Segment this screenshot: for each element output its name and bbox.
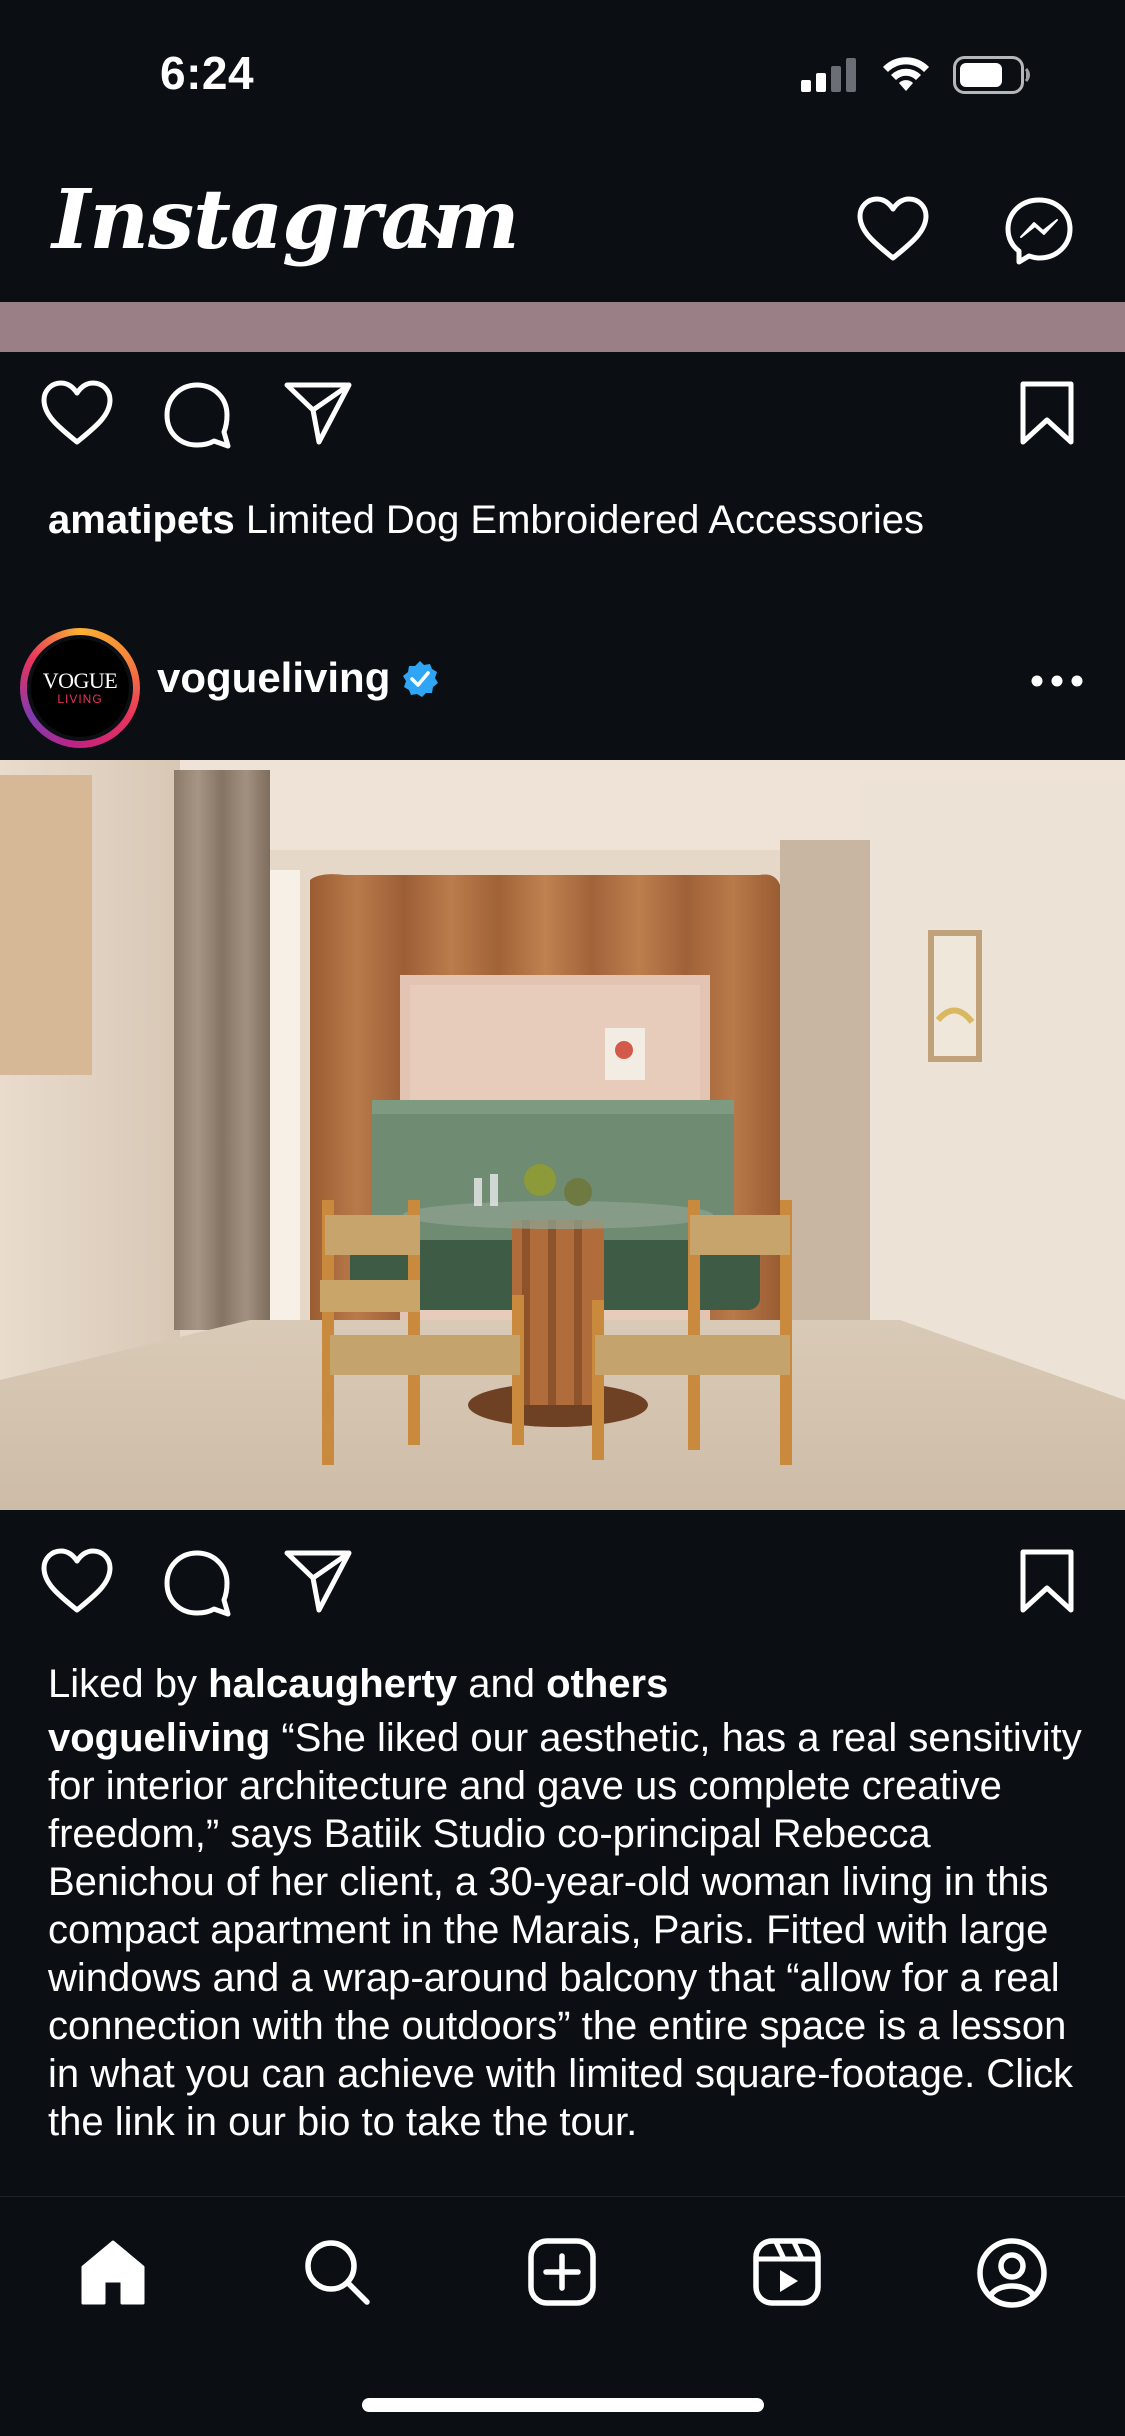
bookmark-icon[interactable]: [1018, 1548, 1076, 1619]
post-image[interactable]: [0, 760, 1125, 1510]
heart-icon[interactable]: [40, 1548, 114, 1619]
liked-by-and: and: [468, 1662, 535, 1706]
verified-badge-icon: [401, 660, 439, 703]
post-actions: [0, 1548, 1125, 1638]
reels-icon[interactable]: [752, 2237, 822, 2312]
previous-post-caption-text: Limited Dog Embroidered Accessories: [245, 498, 924, 542]
post-username[interactable]: vogueliving: [157, 654, 390, 702]
share-icon[interactable]: [283, 380, 353, 451]
battery-icon: [953, 56, 1033, 99]
create-icon[interactable]: [527, 2237, 597, 2312]
post-header: VOGUE LIVING vogueliving: [0, 618, 1125, 758]
wifi-icon: [881, 57, 931, 98]
previous-post-caption: amatipets Limited Dog Embroidered Access…: [48, 496, 924, 544]
cellular-signal-icon: [801, 58, 859, 97]
heart-icon[interactable]: [856, 196, 930, 267]
profile-icon[interactable]: [976, 2237, 1048, 2314]
chevron-down-icon[interactable]: [420, 216, 460, 249]
top-header: Instagram: [0, 150, 1125, 302]
post-caption: vogueliving “She liked our aesthetic, ha…: [48, 1714, 1088, 2146]
home-icon[interactable]: [78, 2237, 148, 2312]
avatar-logo-text: VOGUE: [42, 668, 118, 693]
previous-post-username[interactable]: amatipets: [48, 498, 235, 542]
more-options-icon[interactable]: [1030, 674, 1084, 693]
liked-by-user[interactable]: halcaugherty: [208, 1662, 457, 1706]
search-icon[interactable]: [302, 2237, 372, 2312]
liked-by: Liked by halcaugherty and others: [48, 1660, 668, 1708]
bookmark-icon[interactable]: [1018, 380, 1076, 451]
messenger-icon[interactable]: [1004, 196, 1074, 271]
status-time: 6:24: [160, 47, 255, 99]
share-icon[interactable]: [283, 1548, 353, 1619]
liked-by-others[interactable]: others: [546, 1662, 668, 1706]
status-bar: 6:24: [0, 0, 1125, 150]
caption-text: “She liked our aesthetic, has a real sen…: [48, 1716, 1082, 2144]
comment-icon[interactable]: [162, 1548, 232, 1623]
status-icons: [801, 56, 1033, 99]
previous-post-actions: [0, 380, 1125, 470]
heart-icon[interactable]: [40, 380, 114, 451]
caption-username[interactable]: vogueliving: [48, 1716, 270, 1760]
avatar[interactable]: VOGUE LIVING: [27, 635, 133, 741]
story-ring[interactable]: VOGUE LIVING: [20, 628, 140, 748]
liked-by-prefix: Liked by: [48, 1662, 197, 1706]
home-indicator[interactable]: [362, 2398, 764, 2412]
avatar-logo-subtext: LIVING: [57, 692, 103, 706]
previous-post-image[interactable]: [0, 302, 1125, 352]
comment-icon[interactable]: [162, 380, 232, 455]
